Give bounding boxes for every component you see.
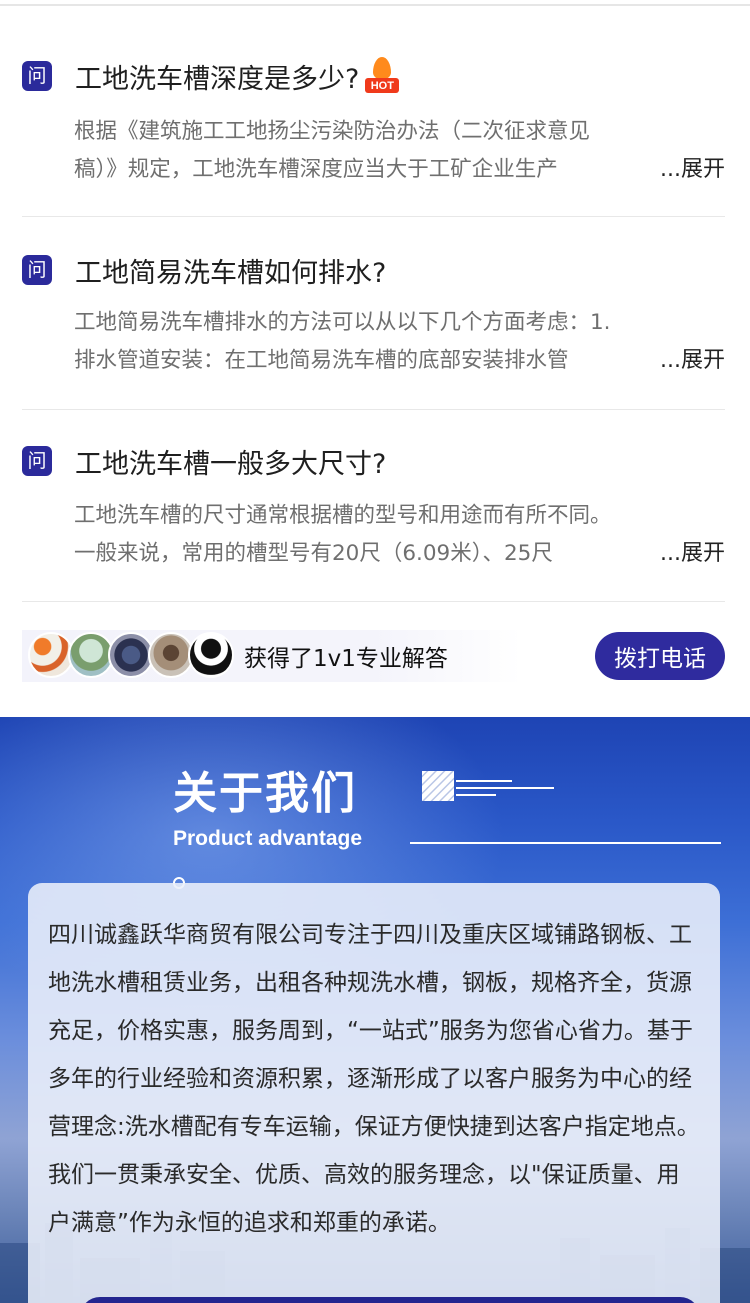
subtitle-divider xyxy=(410,842,721,844)
call-button[interactable]: 拨打电话 xyxy=(595,632,725,680)
question-badge-icon: 问 xyxy=(22,255,52,285)
consult-text: 获得了1v1专业解答 xyxy=(244,646,448,672)
expand-link[interactable]: ...展开 xyxy=(660,535,725,573)
about-section: 关于我们 Product advantage 四川诚鑫跃华商贸有限公司专注于四川… xyxy=(0,717,750,1303)
faq-item[interactable]: 问 工地洗车槽深度是多少? HOT 根据《建筑施工工地扬尘污染防治办法（二次征求… xyxy=(22,0,725,217)
answer-line-text: 一般来说，常用的槽型号有20尺（6.09米）、25尺 xyxy=(74,541,553,566)
section-title: 关于我们 xyxy=(173,768,357,819)
answer-line: 一般来说，常用的槽型号有20尺（6.09米）、25尺 ...展开 xyxy=(74,535,725,573)
answer-line: 排水管道安装：在工地简易洗车槽的底部安装排水管 ...展开 xyxy=(74,342,725,380)
answer-text: 根据《建筑施工工地扬尘污染防治办法（二次征求意见 稿）》规定，工地洗车槽深度应当… xyxy=(74,113,725,189)
avatar xyxy=(188,632,234,678)
question-title[interactable]: 工地洗车槽深度是多少? xyxy=(75,57,359,96)
expand-link[interactable]: ...展开 xyxy=(660,342,725,380)
question-badge-icon: 问 xyxy=(22,61,52,91)
section-subtitle: Product advantage xyxy=(173,827,363,850)
expand-link[interactable]: ...展开 xyxy=(660,151,725,189)
consult-bar: 获得了1v1专业解答 拨打电话 xyxy=(22,630,725,682)
faq-item[interactable]: 问 工地洗车槽一般多大尺寸? 工地洗车槽的尺寸通常根据槽的型号和用途而有所不同。… xyxy=(22,410,725,602)
answer-line: 根据《建筑施工工地扬尘污染防治办法（二次征求意见 xyxy=(74,119,591,144)
question-row: 问 工地简易洗车槽如何排水? xyxy=(22,250,386,290)
question-title[interactable]: 工地洗车槽一般多大尺寸? xyxy=(75,442,386,481)
answer-line: 工地简易洗车槽排水的方法可以从以下几个方面考虑：1. xyxy=(74,310,611,335)
question-title[interactable]: 工地简易洗车槽如何排水? xyxy=(75,251,386,290)
about-body-text: 四川诚鑫跃华商贸有限公司专注于四川及重庆区域铺路钢板、工地洗水槽租赁业务，出租各… xyxy=(48,922,700,1236)
question-badge-icon: 问 xyxy=(22,446,52,476)
hot-icon: HOT xyxy=(365,57,400,95)
faq-item[interactable]: 问 工地简易洗车槽如何排水? 工地简易洗车槽排水的方法可以从以下几个方面考虑：1… xyxy=(22,217,725,410)
answer-line-text: 稿）》规定，工地洗车槽深度应当大于工矿企业生产 xyxy=(74,157,558,182)
flame-icon xyxy=(373,57,392,79)
title-decoration-icon xyxy=(422,771,554,801)
answer-line: 稿）》规定，工地洗车槽深度应当大于工矿企业生产 ...展开 xyxy=(74,151,725,189)
avatar-group xyxy=(28,632,234,680)
answer-line: 工地洗车槽的尺寸通常根据槽的型号和用途而有所不同。 xyxy=(74,503,612,528)
answer-text: 工地简易洗车槽排水的方法可以从以下几个方面考虑：1. 排水管道安装：在工地简易洗… xyxy=(74,304,725,380)
question-row: 问 工地洗车槽一般多大尺寸? xyxy=(22,441,386,481)
more-button[interactable] xyxy=(80,1297,700,1303)
question-row: 问 工地洗车槽深度是多少? HOT xyxy=(22,56,400,96)
answer-line-text: 排水管道安装：在工地简易洗车槽的底部安装排水管 xyxy=(74,348,569,373)
hot-badge: HOT xyxy=(365,78,400,93)
about-card: 四川诚鑫跃华商贸有限公司专注于四川及重庆区域铺路钢板、工地洗水槽租赁业务，出租各… xyxy=(28,883,720,1303)
answer-text: 工地洗车槽的尺寸通常根据槽的型号和用途而有所不同。 一般来说，常用的槽型号有20… xyxy=(74,497,725,573)
